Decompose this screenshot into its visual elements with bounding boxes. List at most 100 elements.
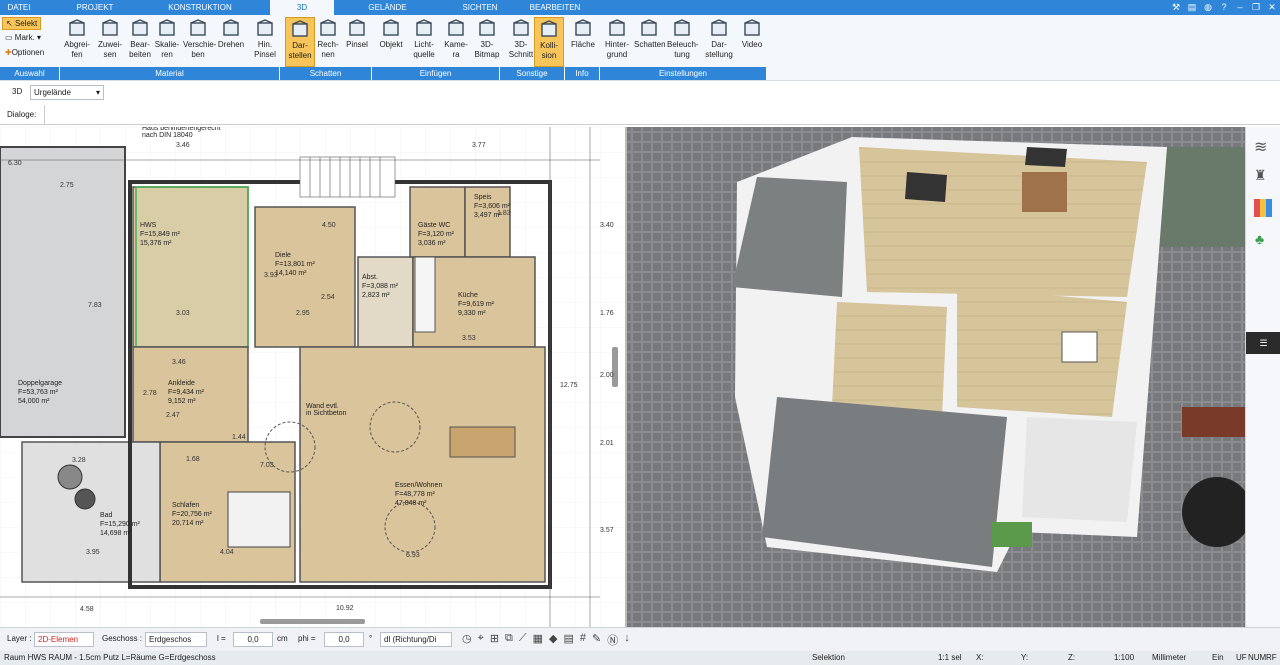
snap-icon[interactable]: ⌖ bbox=[478, 632, 484, 648]
ribbon-button-7[interactable]: Dar-stellen bbox=[285, 17, 315, 67]
copy-icon[interactable]: ⧉ bbox=[505, 632, 513, 648]
status-uf: UF bbox=[1236, 653, 1247, 662]
room-bad[interactable] bbox=[21, 441, 161, 583]
down-arrow-icon[interactable]: ↓ bbox=[624, 632, 630, 648]
tab-projekt[interactable]: PROJEKT bbox=[60, 0, 130, 15]
tab-datei[interactable]: DATEI bbox=[0, 0, 38, 15]
chair-icon[interactable]: ♜ bbox=[1254, 167, 1267, 184]
ribbon-tool-icon bbox=[413, 19, 435, 39]
clock-icon[interactable]: ◷ bbox=[462, 632, 472, 648]
tools-icon[interactable]: ⚒ bbox=[1168, 0, 1184, 15]
ribbon-button-0[interactable]: Abgrei-fen bbox=[62, 17, 92, 67]
ribbon-button-19[interactable]: Beleuch-tung bbox=[667, 17, 699, 67]
mark-button[interactable]: ▭ Mark. ▾ bbox=[2, 32, 44, 43]
tree-icon[interactable]: ♣ bbox=[1255, 231, 1264, 247]
view-3d[interactable] bbox=[627, 127, 1245, 627]
ribbon-button-5[interactable]: Drehen bbox=[216, 17, 246, 67]
dimension-label: 4.50 bbox=[322, 222, 336, 229]
menu-icon[interactable]: ☰ bbox=[1246, 332, 1280, 354]
ribbon-button-9[interactable]: Pinsel bbox=[342, 17, 372, 67]
tab-bearbeiten[interactable]: BEARBEITEN bbox=[520, 0, 590, 15]
ribbon-button-2[interactable]: Bear-beiten bbox=[125, 17, 155, 67]
ribbon-button-11[interactable]: Licht-quelle bbox=[409, 17, 439, 67]
ribbon-button-10[interactable]: Objekt bbox=[376, 17, 406, 67]
ribbon-button-label: Rech- bbox=[317, 40, 339, 49]
material-palette-icon[interactable] bbox=[1254, 199, 1272, 217]
ribbon-button-6[interactable]: Hin. Pinsel bbox=[250, 17, 280, 67]
room-label-name: Küche bbox=[458, 292, 478, 299]
select-button[interactable]: ↖ Selekt bbox=[2, 17, 42, 30]
layer-dropdown[interactable]: 2D-Elemen bbox=[34, 632, 94, 647]
ribbon-button-label: Dar- bbox=[292, 41, 308, 50]
room-label-name: Bad bbox=[100, 512, 113, 519]
horizontal-scrollbar[interactable] bbox=[260, 619, 365, 624]
length-input[interactable]: 0,0 bbox=[233, 632, 273, 647]
room-essen-wohnen[interactable] bbox=[299, 346, 546, 583]
ribbon-tool-icon bbox=[289, 20, 311, 40]
globe-icon[interactable]: ◍ bbox=[1200, 0, 1216, 15]
ribbon-button-label-2: fen bbox=[71, 50, 83, 59]
help-icon[interactable]: ? bbox=[1216, 0, 1232, 15]
ribbon-button-18[interactable]: Schatten bbox=[634, 17, 666, 67]
ribbon-button-label: Zuwei- bbox=[97, 40, 122, 49]
terrain-dropdown[interactable]: Urgelände ▾ bbox=[30, 85, 104, 100]
fill-icon[interactable]: ▤ bbox=[563, 632, 573, 648]
room-abst[interactable] bbox=[357, 256, 414, 348]
options-button[interactable]: ✚Optionen bbox=[2, 47, 47, 58]
grid-icon[interactable]: # bbox=[580, 632, 586, 648]
room-label-a: 2,823 m² bbox=[362, 292, 390, 299]
north-icon[interactable]: Ⓝ bbox=[607, 632, 618, 648]
surface-icon[interactable]: ◆ bbox=[549, 632, 557, 648]
view-3d-canvas[interactable] bbox=[627, 127, 1245, 627]
room-label-name: Essen/Wohnen bbox=[395, 482, 442, 489]
ribbon-button-4[interactable]: Verschie-ben bbox=[183, 17, 217, 67]
ribbon-button-label: Verschie- bbox=[183, 40, 217, 49]
direction-dropdown[interactable]: dl (Richtung/Di bbox=[380, 632, 452, 647]
room-label-a: 3,036 m² bbox=[418, 240, 446, 247]
floor-plan-2d[interactable]: HWS F=15,849 m² 15,376 m² Diele F=13,801 m² 1… bbox=[0, 127, 625, 627]
room-label-f: F=48,778 m² bbox=[395, 491, 436, 498]
room-label-name: Ankleide bbox=[168, 380, 195, 387]
room-hws[interactable] bbox=[132, 186, 249, 348]
tab-sichten[interactable]: SICHTEN bbox=[440, 0, 520, 15]
minimize-icon[interactable]: – bbox=[1232, 0, 1248, 15]
ribbon-button-3[interactable]: Skalie-ren bbox=[152, 17, 182, 67]
tab-gelaende[interactable]: GELÄNDE bbox=[350, 0, 425, 15]
line-icon[interactable]: ⟋ bbox=[519, 632, 527, 648]
ribbon-button-label: Hinter- bbox=[604, 40, 629, 49]
ribbon-button-label-2: ra bbox=[452, 50, 460, 59]
dimension-label: 2.47 bbox=[166, 412, 180, 419]
ribbon-button-8[interactable]: Rech-nen bbox=[313, 17, 343, 67]
ribbon: ↖ Selekt ▭ Mark. ▾ ✚Optionen Abgrei-fen Z… bbox=[0, 15, 1280, 81]
measure-icon[interactable]: ⊞ bbox=[490, 632, 499, 648]
ribbon-button-label: Schatten bbox=[634, 40, 666, 49]
restore-icon[interactable]: ❐ bbox=[1248, 0, 1264, 15]
ribbon-tool-icon bbox=[606, 19, 628, 39]
ribbon-tool-icon bbox=[510, 19, 532, 39]
ribbon-button-15[interactable]: Kolli-sion bbox=[534, 17, 564, 67]
dimension-label: 2.95 bbox=[296, 310, 310, 317]
ribbon-button-12[interactable]: Kame-ra bbox=[441, 17, 471, 67]
status-y: Y: bbox=[1021, 653, 1029, 662]
ribbon-button-1[interactable]: Zuwei-sen bbox=[95, 17, 125, 67]
ribbon-button-label-2: quelle bbox=[413, 50, 435, 59]
pen-icon[interactable]: ✎ bbox=[592, 632, 601, 648]
hatch-icon[interactable]: ▦ bbox=[533, 632, 543, 648]
layers-icon[interactable]: ▤ bbox=[1184, 0, 1200, 15]
plan-note: Wand evtl. bbox=[306, 403, 339, 410]
tab-konstruktion[interactable]: KONSTRUKTION bbox=[150, 0, 250, 15]
tab-3d[interactable]: 3D bbox=[270, 0, 334, 15]
phi-input[interactable]: 0,0 bbox=[324, 632, 364, 647]
dimension-label: 6.93 bbox=[406, 552, 420, 559]
close-icon[interactable]: ✕ bbox=[1264, 0, 1280, 15]
layers-stack-icon[interactable]: ≋ bbox=[1254, 137, 1267, 157]
vertical-scrollbar[interactable] bbox=[612, 347, 618, 387]
ribbon-button-20[interactable]: Dar-stellung bbox=[704, 17, 734, 67]
floor-dropdown[interactable]: Erdgeschos bbox=[145, 632, 207, 647]
ribbon-button-21[interactable]: Video bbox=[737, 17, 767, 67]
ribbon-button-14[interactable]: 3D- Schnitt bbox=[506, 17, 536, 67]
ribbon-button-16[interactable]: Fläche bbox=[568, 17, 598, 67]
floor-plan-canvas[interactable]: HWS F=15,849 m² 15,376 m² Diele F=13,801 m² 1… bbox=[0, 127, 625, 627]
ribbon-button-17[interactable]: Hinter-grund bbox=[602, 17, 632, 67]
ribbon-button-13[interactable]: 3D- Bitmap bbox=[472, 17, 502, 67]
